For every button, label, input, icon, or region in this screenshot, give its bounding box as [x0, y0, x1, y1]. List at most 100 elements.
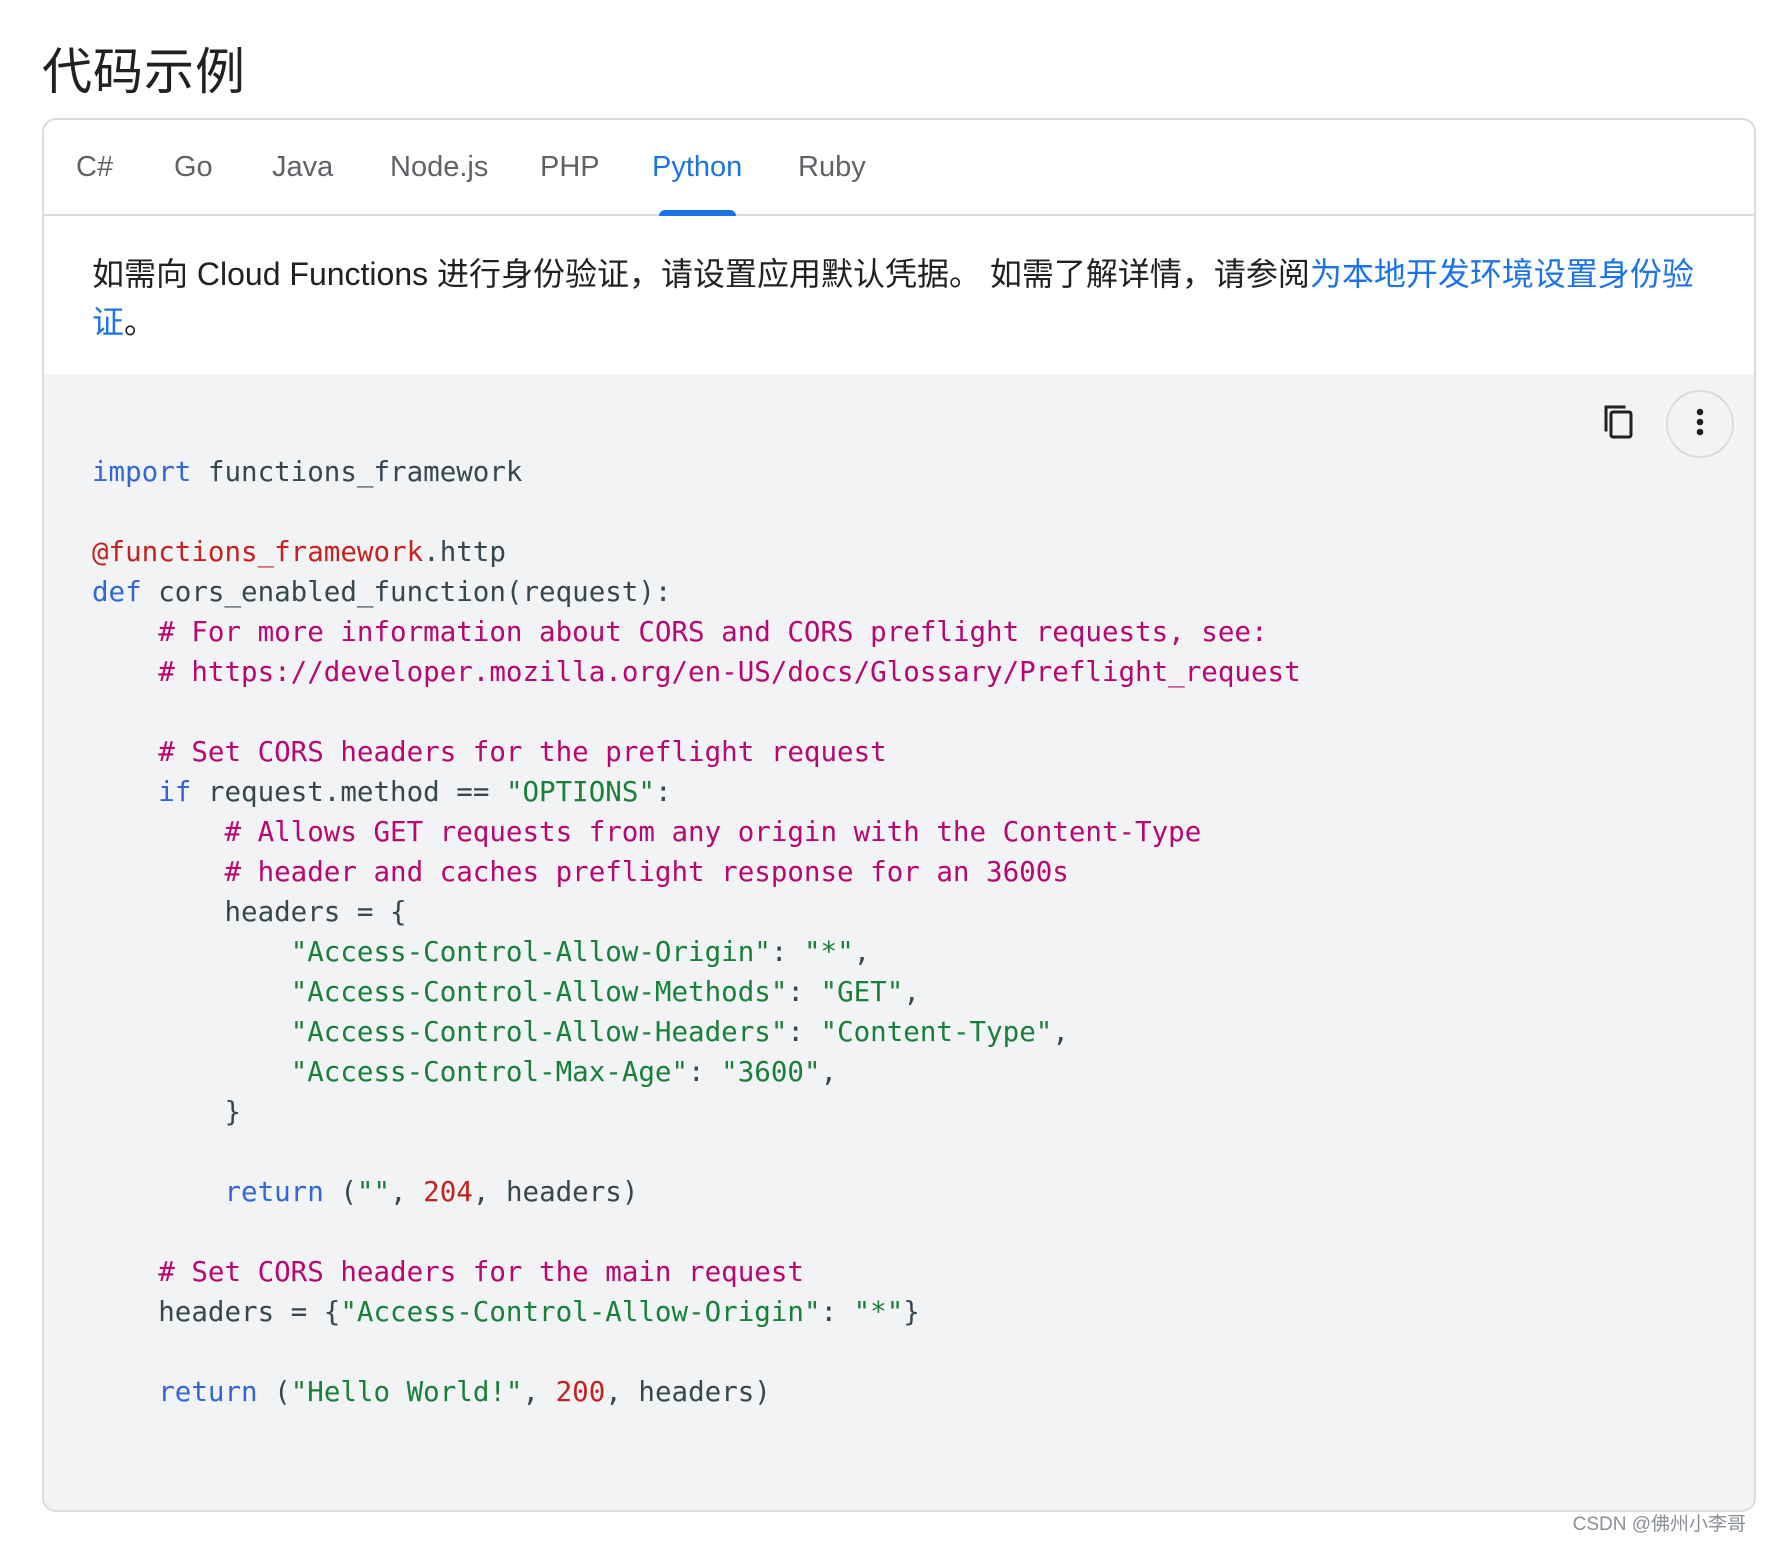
code-token: 204	[423, 1176, 473, 1208]
code-line: return ("", 204, headers)	[92, 1176, 638, 1208]
code-token: # Set CORS headers for the preflight req…	[158, 736, 887, 768]
code-token: return	[158, 1376, 258, 1408]
code-token: functions_framework	[191, 456, 523, 488]
code-token: "Content-Type"	[820, 1016, 1053, 1048]
code-token: }	[92, 1096, 242, 1128]
code-token: headers = {	[92, 1296, 341, 1328]
code-line: # Set CORS headers for the preflight req…	[92, 736, 887, 768]
code-token: # header and caches preflight response f…	[224, 856, 1069, 888]
code-token: "*"	[803, 936, 854, 968]
code-line: "Access-Control-Max-Age": "3600",	[92, 1056, 837, 1088]
code-token: ,	[820, 1056, 838, 1088]
code-token: @functions_framework	[92, 536, 424, 568]
code-token: :	[654, 776, 672, 808]
python-code[interactable]: import functions_framework @functions_fr…	[92, 452, 1301, 1412]
code-toolbar	[1586, 390, 1734, 458]
code-token: def	[92, 576, 142, 608]
tab-php[interactable]: PHP	[540, 120, 600, 214]
code-line: headers = {"Access-Control-Allow-Origin"…	[92, 1296, 920, 1328]
watermark: CSDN @佛州小李哥	[1572, 1514, 1746, 1535]
code-token: "*"	[853, 1296, 904, 1328]
tab-ruby[interactable]: Ruby	[798, 120, 866, 214]
code-token: "3600"	[721, 1056, 821, 1088]
code-token: ,	[390, 1176, 424, 1208]
code-token: ,	[853, 936, 871, 968]
code-token: :	[688, 1056, 722, 1088]
code-line: def cors_enabled_function(request):	[92, 576, 671, 608]
code-token: :	[787, 976, 821, 1008]
code-token: (	[323, 1176, 357, 1208]
code-line: "Access-Control-Allow-Origin": "*",	[92, 936, 871, 968]
code-line: headers = {	[92, 896, 407, 928]
page-title: 代码示例	[42, 43, 246, 100]
code-token: "OPTIONS"	[505, 776, 655, 808]
code-line: @functions_framework.http	[92, 536, 506, 568]
code-token: "Access-Control-Allow-Origin"	[290, 936, 771, 968]
code-token: # Set CORS headers for the main request	[158, 1256, 804, 1288]
auth-intro-text: 如需向 Cloud Functions 进行身份验证，请设置应用默认凭据。 如需…	[92, 250, 1732, 346]
code-token: , headers)	[605, 1376, 771, 1408]
intro-text-end: 。	[124, 304, 157, 340]
more-options-button[interactable]	[1666, 390, 1734, 458]
code-sample-card: C# Go Java Node.js PHP Python Ruby 如需向 C…	[42, 118, 1756, 1512]
code-line: # header and caches preflight response f…	[92, 856, 1069, 888]
copy-icon	[1602, 403, 1636, 446]
code-token: :	[787, 1016, 821, 1048]
code-token: ""	[356, 1176, 391, 1208]
code-token: "Access-Control-Allow-Methods"	[290, 976, 788, 1008]
code-token: :	[770, 936, 804, 968]
tab-nodejs[interactable]: Node.js	[390, 120, 488, 214]
language-tab-bar: C# Go Java Node.js PHP Python Ruby	[44, 120, 1754, 216]
code-line: # Allows GET requests from any origin wi…	[92, 816, 1201, 848]
code-token: :	[820, 1296, 854, 1328]
code-block: import functions_framework @functions_fr…	[44, 374, 1754, 1510]
code-token: (	[257, 1376, 291, 1408]
code-token: .http	[423, 536, 506, 568]
code-token: "Hello World!"	[290, 1376, 523, 1408]
code-token: # For more information about CORS and CO…	[158, 616, 1268, 648]
copy-button[interactable]	[1586, 391, 1652, 457]
code-token: return	[224, 1176, 324, 1208]
code-token: 200	[555, 1376, 606, 1408]
code-line: return ("Hello World!", 200, headers)	[92, 1376, 771, 1408]
more-vert-icon	[1695, 408, 1705, 441]
code-token: # Allows GET requests from any origin wi…	[224, 816, 1202, 848]
code-token: }	[903, 1296, 920, 1328]
active-tab-indicator	[659, 210, 736, 216]
code-line: "Access-Control-Allow-Headers": "Content…	[92, 1016, 1069, 1048]
code-token: cors_enabled_function(request):	[141, 576, 672, 608]
code-token: import	[92, 456, 192, 488]
code-token: "Access-Control-Max-Age"	[290, 1056, 689, 1088]
code-line: if request.method == "OPTIONS":	[92, 776, 672, 808]
code-token: "GET"	[820, 976, 904, 1008]
code-token: ,	[903, 976, 920, 1008]
code-token: "Access-Control-Allow-Headers"	[290, 1016, 788, 1048]
code-token: ,	[522, 1376, 556, 1408]
code-token: ,	[1052, 1016, 1069, 1048]
tab-java[interactable]: Java	[272, 120, 333, 214]
code-line: "Access-Control-Allow-Methods": "GET",	[92, 976, 920, 1008]
intro-text: 如需向 Cloud Functions 进行身份验证，请设置应用默认凭据。 如需…	[92, 256, 1310, 292]
tab-go[interactable]: Go	[174, 120, 213, 214]
code-line: import functions_framework	[92, 456, 522, 488]
tab-python[interactable]: Python	[652, 120, 742, 214]
code-token: request.method ==	[191, 776, 506, 808]
code-token: headers = {	[92, 896, 407, 928]
code-line: # https://developer.mozilla.org/en-US/do…	[92, 656, 1301, 688]
code-line: }	[92, 1096, 241, 1128]
tab-csharp[interactable]: C#	[76, 120, 113, 214]
code-token: # https://developer.mozilla.org/en-US/do…	[158, 656, 1301, 688]
code-token: "Access-Control-Allow-Origin"	[340, 1296, 821, 1328]
code-token: , headers)	[472, 1176, 639, 1208]
